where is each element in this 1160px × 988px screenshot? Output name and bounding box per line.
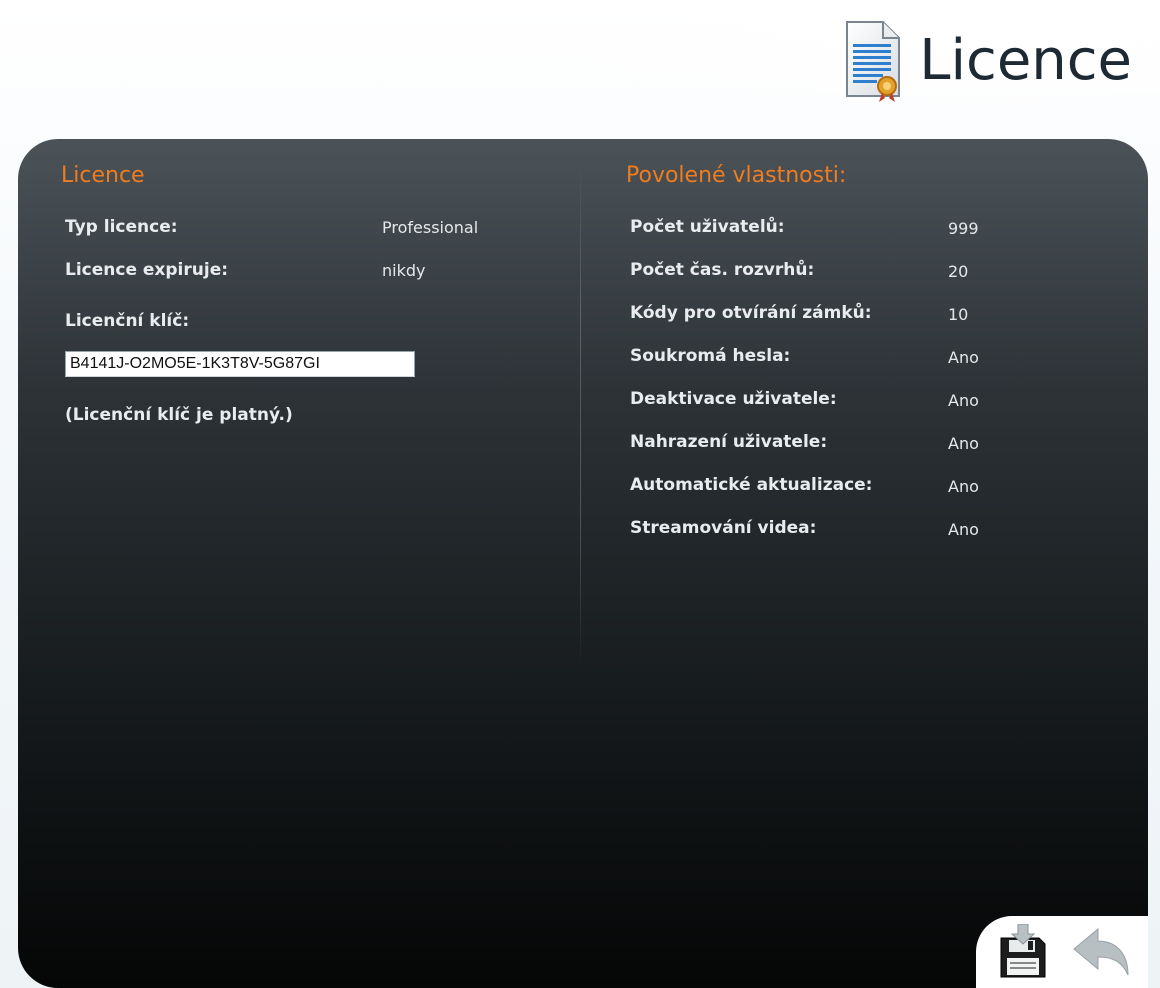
license-type-label: Typ licence: [65,217,178,237]
page-header: Licence [841,12,1132,108]
save-disk-icon [1000,924,1046,978]
feature-label: Deaktivace uživatele: [630,389,837,409]
back-button[interactable] [1072,922,1130,982]
license-section-title: Licence [61,163,145,188]
feature-value: Ano [948,477,979,496]
feature-value: 999 [948,219,979,238]
feature-label: Streamování videa: [630,518,817,538]
feature-value: Ano [948,520,979,539]
license-type-value: Professional [382,218,479,237]
feature-label: Nahrazení uživatele: [630,432,828,452]
save-button[interactable] [994,922,1052,982]
feature-value: Ano [948,348,979,367]
features-section-title: Povolené vlastnosti: [626,163,847,188]
license-expires-value: nikdy [382,261,426,280]
back-arrow-icon [1073,927,1129,976]
feature-label: Kódy pro otvírání zámků: [630,303,872,323]
feature-value: 10 [948,305,969,324]
column-divider [580,159,581,671]
feature-label: Počet uživatelů: [630,217,785,237]
license-panel: Licence Typ licence: Professional Licenc… [18,139,1148,988]
feature-label: Soukromá hesla: [630,346,791,366]
feature-value: 20 [948,262,969,281]
page-title: Licence [919,27,1132,93]
feature-label: Počet čas. rozvrhů: [630,260,815,280]
license-key-status: (Licenční klíč je platný.) [65,405,293,425]
feature-value: Ano [948,434,979,453]
feature-label: Automatické aktualizace: [630,475,873,495]
feature-value: Ano [948,391,979,410]
license-expires-label: Licence expiruje: [65,260,229,280]
license-key-label: Licenční klíč: [65,311,190,331]
license-key-input[interactable] [65,351,415,377]
license-certificate-icon [846,21,901,102]
action-button-area [976,916,1148,988]
